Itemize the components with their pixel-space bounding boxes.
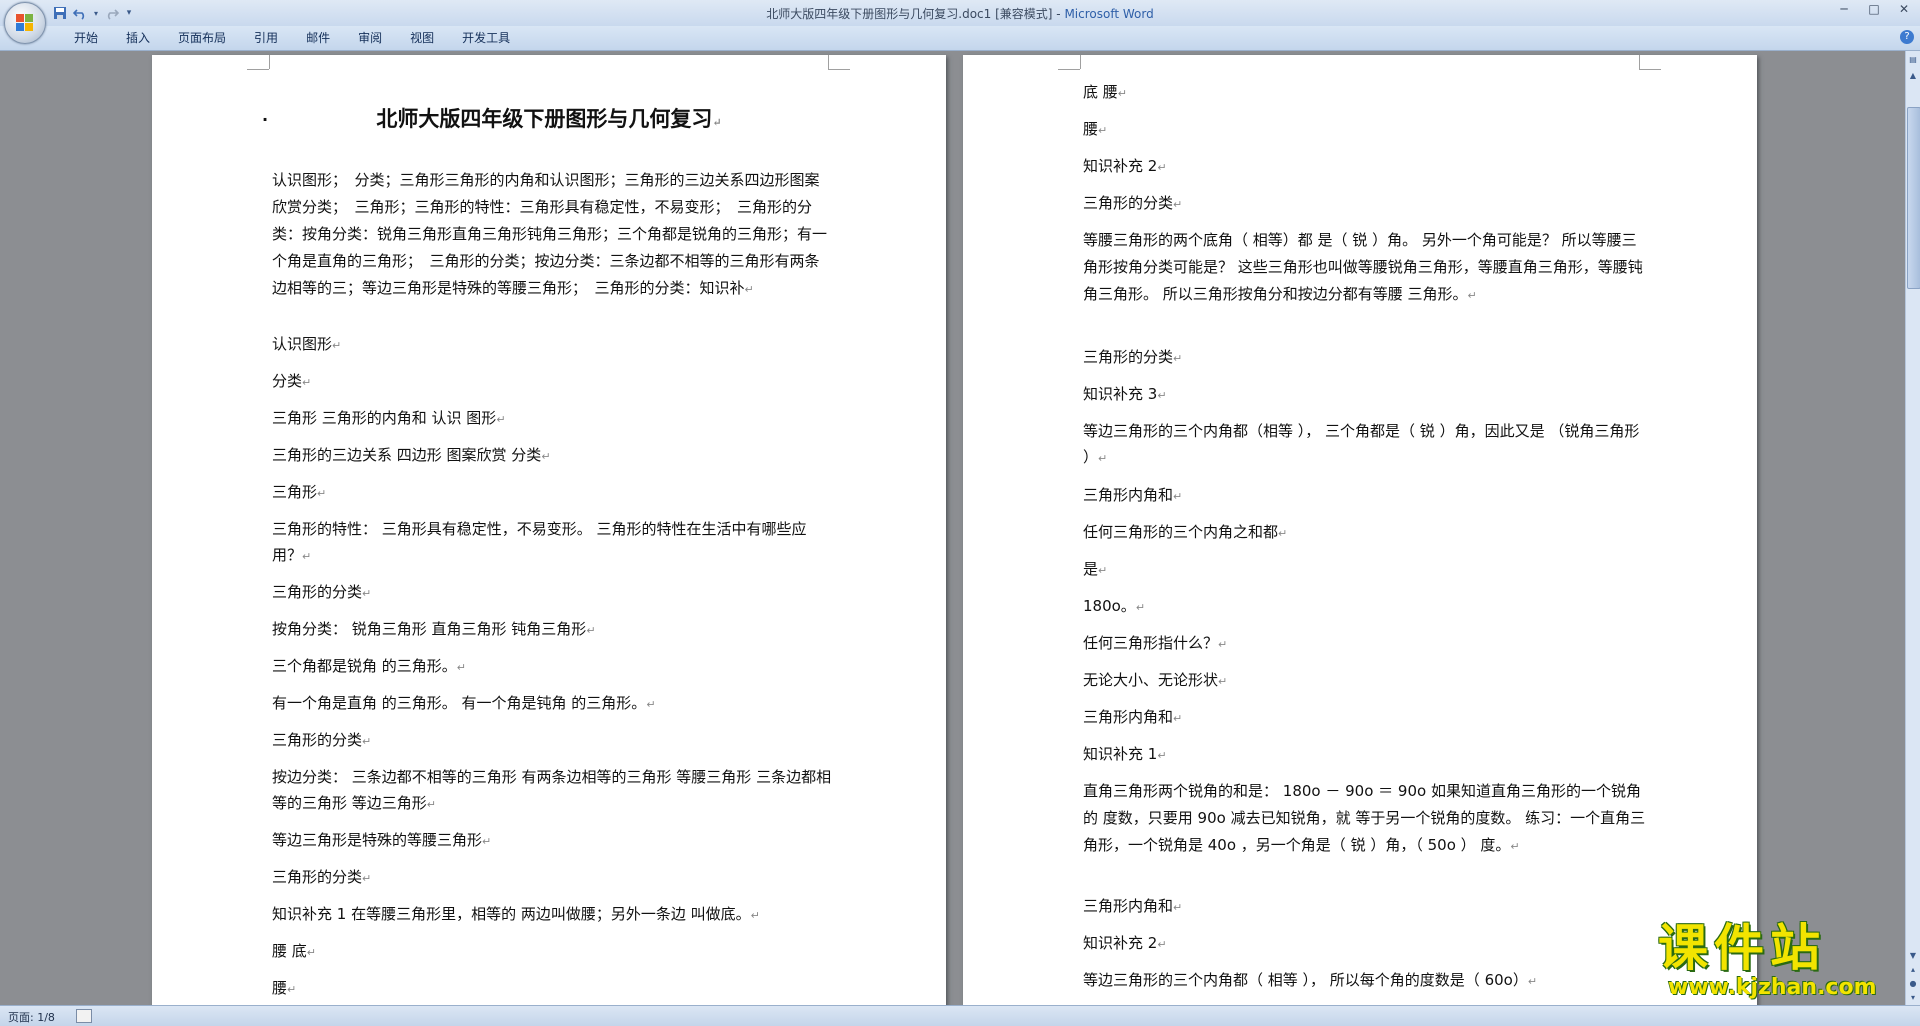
paragraph: 三角形的分类↵ <box>272 868 372 886</box>
paragraph: 等边三角形是特殊的等腰三角形↵ <box>272 831 492 849</box>
tab-insert[interactable]: 插入 <box>112 30 164 46</box>
document-title: 北师大版四年级下册图形与几何复习↵ <box>376 106 722 131</box>
paragraph: 180o。↵ <box>1083 597 1146 615</box>
page-indicator[interactable]: 页面: 1/8 <box>8 1009 55 1025</box>
margin-marker <box>1058 55 1080 70</box>
paragraph: 知识补充 2↵ <box>1083 157 1167 175</box>
title-bar: ▾ ▾ 北师大版四年级下册图形与几何复习.doc1 [兼容模式] - Micro… <box>0 0 1920 44</box>
paragraph: 知识补充 2↵ <box>1083 934 1167 952</box>
paragraph: 认识图形↵ <box>272 335 342 353</box>
paragraph: 是↵ <box>1083 560 1108 578</box>
office-button[interactable] <box>4 2 46 44</box>
window-title: 北师大版四年级下册图形与几何复习.doc1 [兼容模式] - Microsoft… <box>766 7 1154 21</box>
paragraph: 知识补充 1↵ <box>1083 745 1167 763</box>
watermark-logo: 课件站 www.kjzhan.com <box>1658 918 1877 1000</box>
status-bar: 页面: 1/8 <box>0 1005 1920 1026</box>
paragraph: 三角形内角和↵ <box>1083 486 1183 504</box>
paragraph: 等腰三角形的两个底角（ 相等）都 是（ 锐 ）角。 另外一个角可能是？ 所以等腰… <box>1083 231 1643 303</box>
tab-page-layout[interactable]: 页面布局 <box>164 30 240 46</box>
ribbon-tabs: 开始 插入 页面布局 引用 邮件 审阅 视图 开发工具 <box>60 30 524 46</box>
margin-marker <box>1639 55 1640 69</box>
paragraph: 分类↵ <box>272 372 312 390</box>
help-icon[interactable]: ? <box>1900 30 1914 44</box>
previous-page-icon[interactable]: ▴ <box>1907 963 1919 976</box>
vertical-scrollbar[interactable]: ▤ ▲ ▼ ▴ ● ▾ <box>1905 51 1920 1005</box>
tab-view[interactable]: 视图 <box>396 30 448 46</box>
proofing-icon[interactable] <box>76 1009 92 1023</box>
document-page-2[interactable]: 底 腰↵ 腰↵ 知识补充 2↵ 三角形的分类↵ 等腰三角形的两个底角（ 相等）都… <box>963 55 1757 1005</box>
margin-marker <box>269 55 270 69</box>
tab-developer[interactable]: 开发工具 <box>448 30 524 46</box>
scroll-up-icon[interactable]: ▲ <box>1907 69 1919 82</box>
paragraph: 有一个角是直角 的三角形。 有一个角是钝角 的三角形。↵ <box>272 694 656 712</box>
paragraph: 三角形的三边关系 四边形 图案欣赏 分类↵ <box>272 446 551 464</box>
minimize-icon[interactable]: ─ <box>1836 2 1852 16</box>
margin-marker <box>1639 55 1661 70</box>
close-icon[interactable]: ✕ <box>1896 2 1912 16</box>
paragraph: 按边分类： 三条边都不相等的三角形 有两条边相等的三角形 等腰三角形 三条边都相… <box>272 768 832 812</box>
maximize-icon[interactable]: □ <box>1866 2 1882 16</box>
paragraph: 无论大小、无论形状↵ <box>1083 671 1228 689</box>
paragraph: 知识补充 1 在等腰三角形里，相等的 两边叫做腰；另外一条边 叫做底。↵ <box>272 905 760 923</box>
browse-object-icon[interactable]: ● <box>1907 977 1919 990</box>
ruler-toggle-icon[interactable]: ▤ <box>1907 53 1919 66</box>
paragraph: 任何三角形指什么？↵ <box>1083 634 1228 652</box>
next-page-icon[interactable]: ▾ <box>1907 991 1919 1004</box>
tab-home[interactable]: 开始 <box>60 30 112 46</box>
scrollbar-thumb[interactable] <box>1907 107 1920 289</box>
paragraph: 三角形内角和↵ <box>1083 897 1183 915</box>
paragraph: 腰↵ <box>272 979 297 997</box>
paragraph: 三角形 三角形的内角和 认识 图形↵ <box>272 409 506 427</box>
paragraph: 腰 底↵ <box>272 942 316 960</box>
paragraph: 三角形内角和↵ <box>1083 708 1183 726</box>
paragraph: 三角形的分类↵ <box>272 731 372 749</box>
paragraph: 三角形的分类↵ <box>272 583 372 601</box>
ribbon: 开始 插入 页面布局 引用 邮件 审阅 视图 开发工具 ? <box>0 26 1920 51</box>
paragraph: 三角形的分类↵ <box>1083 194 1183 212</box>
paragraph: 按角分类： 锐角三角形 直角三角形 钝角三角形↵ <box>272 620 596 638</box>
paragraph: 认识图形； 分类；三角形三角形的内角和认识图形；三角形的三边关系四边形图案欣赏分… <box>272 171 828 297</box>
paragraph: 三角形的分类↵ <box>1083 348 1183 366</box>
paragraph: 三角形↵ <box>272 483 327 501</box>
paragraph: 腰↵ <box>1083 120 1108 138</box>
margin-marker <box>828 55 850 70</box>
office-logo-icon <box>16 14 34 32</box>
paragraph: 三角形的特性： 三角形具有稳定性，不易变形。 三角形的特性在生活中有哪些应用？↵ <box>272 520 807 564</box>
window-controls: ─ □ ✕ <box>1836 2 1912 16</box>
paragraph: 底 腰↵ <box>1083 83 1127 101</box>
paragraph: 知识补充 3↵ <box>1083 385 1167 403</box>
tab-review[interactable]: 审阅 <box>344 30 396 46</box>
document-page-1[interactable]: · 北师大版四年级下册图形与几何复习↵ 认识图形； 分类；三角形三角形的内角和认… <box>152 55 946 1005</box>
paragraph: 等边三角形的三个内角都（相等 ）， 三个角都是（ 锐 ）角，因此又是 （锐角三角… <box>1083 422 1640 466</box>
paragraph: 直角三角形两个锐角的和是： 180o － 90o ＝ 90o 如果知道直角三角形… <box>1083 782 1646 854</box>
tab-mailings[interactable]: 邮件 <box>292 30 344 46</box>
margin-marker <box>247 55 269 70</box>
tab-references[interactable]: 引用 <box>240 30 292 46</box>
margin-marker <box>828 55 829 69</box>
document-workspace: · 北师大版四年级下册图形与几何复习↵ 认识图形； 分类；三角形三角形的内角和认… <box>0 51 1905 1005</box>
margin-marker <box>1080 55 1081 69</box>
paragraph: 任何三角形的三个内角之和都↵ <box>1083 523 1288 541</box>
paragraph: 等边三角形的三个内角都（ 相等 ）， 所以每个角的度数是（ 60o）↵ <box>1083 971 1538 989</box>
paragraph: 三个角都是锐角 的三角形。↵ <box>272 657 466 675</box>
scroll-down-icon[interactable]: ▼ <box>1907 949 1919 962</box>
